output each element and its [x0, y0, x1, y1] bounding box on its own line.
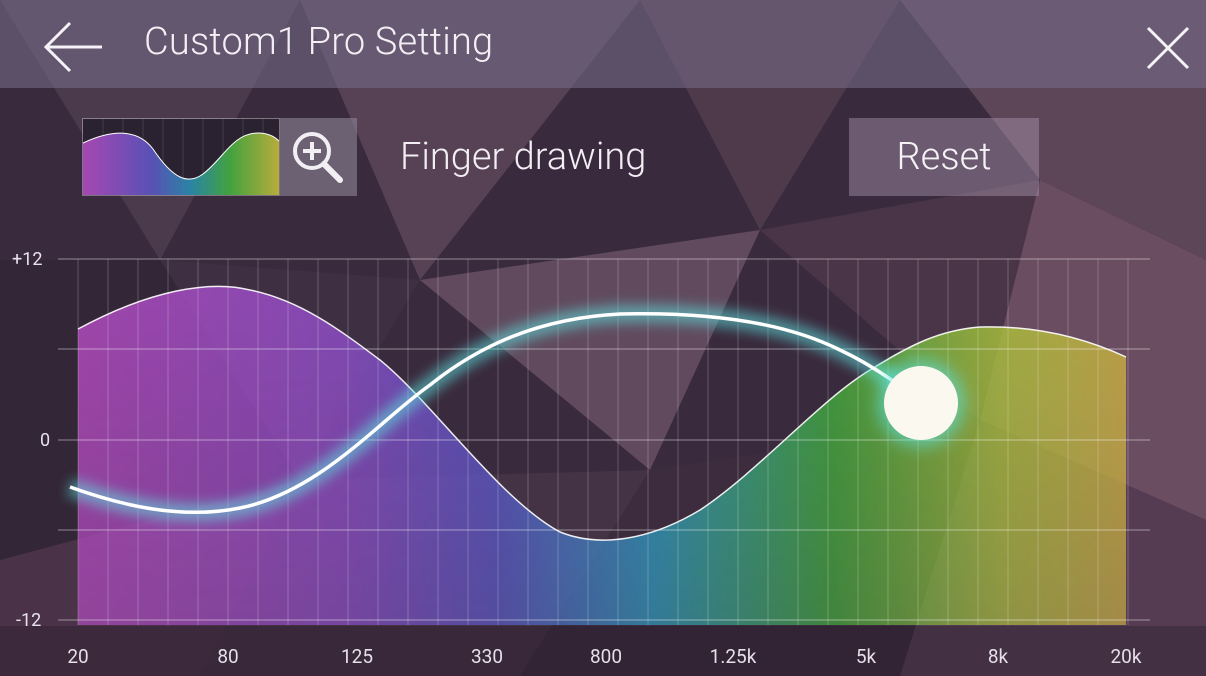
zoom-in-icon [293, 132, 343, 183]
page-title: Custom1 Pro Setting [144, 20, 494, 64]
drag-handle[interactable] [884, 366, 958, 440]
x-label: 80 [217, 645, 239, 668]
eq-response-area [78, 286, 1126, 625]
header-bar: Custom1 Pro Setting [0, 0, 1206, 88]
x-label: 20 [67, 645, 89, 668]
eq-graph[interactable] [0, 230, 1206, 676]
reset-button[interactable]: Reset [849, 118, 1039, 196]
y-label-mid: 0 [40, 430, 51, 451]
x-label: 1.25k [709, 645, 757, 668]
curve-preview-thumbnail[interactable] [82, 118, 280, 196]
curve-preview-group [82, 118, 357, 196]
close-button[interactable] [1142, 22, 1194, 74]
x-label: 8k [987, 645, 1009, 668]
back-button[interactable] [40, 18, 106, 76]
x-label: 800 [589, 645, 623, 668]
y-label-bottom: -12 [16, 610, 42, 631]
x-label: 5k [855, 645, 877, 668]
mode-label: Finger drawing [400, 135, 647, 179]
y-label-top: +12 [12, 249, 43, 270]
zoom-button[interactable] [280, 118, 357, 196]
x-label: 330 [470, 645, 504, 668]
arrow-left-icon [43, 21, 102, 73]
close-icon [1146, 26, 1190, 70]
x-label: 125 [340, 645, 374, 668]
x-label: 20k [1110, 645, 1142, 668]
